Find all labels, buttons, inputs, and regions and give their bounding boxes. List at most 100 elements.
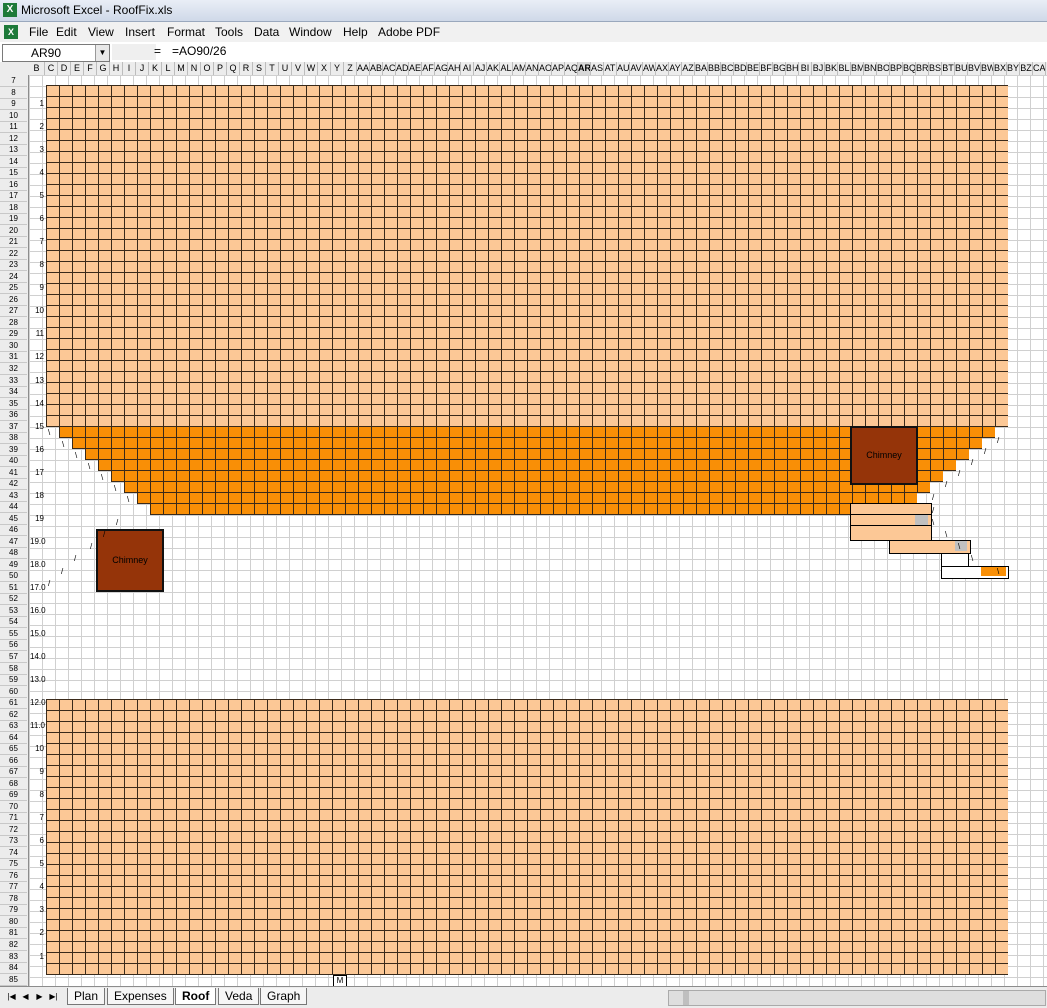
row-header[interactable]: 85 [0, 974, 27, 986]
row-header[interactable]: 59 [0, 674, 27, 687]
column-header[interactable]: F [84, 62, 97, 75]
column-header[interactable]: BL [838, 62, 851, 75]
scroll-thumb[interactable] [683, 991, 689, 1005]
column-header[interactable]: D [58, 62, 71, 75]
row-header[interactable]: 44 [0, 501, 27, 514]
row-header[interactable]: 82 [0, 939, 27, 951]
row-header[interactable]: 65 [0, 743, 27, 756]
column-header[interactable]: AY [669, 62, 682, 75]
row-header[interactable]: 16 [0, 179, 27, 191]
name-box[interactable]: AR90 ▼ [2, 44, 110, 62]
row-header[interactable]: 64 [0, 732, 27, 744]
next-sheet-icon[interactable]: ▶ [34, 991, 45, 1003]
row-header[interactable]: 70 [0, 801, 27, 813]
tab-expenses[interactable]: Expenses [107, 988, 174, 1005]
column-header[interactable]: W [305, 62, 318, 75]
row-header[interactable]: 84 [0, 962, 27, 975]
column-header[interactable]: AL [500, 62, 513, 75]
last-sheet-icon[interactable]: ▶| [48, 991, 59, 1003]
column-header[interactable]: N [188, 62, 201, 75]
column-header[interactable]: B [29, 62, 45, 75]
row-header[interactable]: 83 [0, 951, 27, 963]
row-header[interactable]: 19 [0, 213, 27, 226]
row-header[interactable]: 32 [0, 363, 27, 375]
menu-file[interactable]: File [29, 25, 48, 39]
row-header[interactable]: 27 [0, 305, 27, 318]
column-header[interactable]: T [266, 62, 279, 75]
menu-adobe-pdf[interactable]: Adobe PDF [378, 25, 440, 39]
menu-help[interactable]: Help [343, 25, 368, 39]
row-header[interactable]: 34 [0, 386, 27, 399]
column-header[interactable]: BH [786, 62, 799, 75]
column-header[interactable]: AW [643, 62, 656, 75]
horizontal-scrollbar[interactable] [668, 990, 1046, 1006]
column-header[interactable]: K [149, 62, 162, 75]
column-header[interactable]: R [240, 62, 253, 75]
column-header[interactable]: BT [942, 62, 955, 75]
column-header[interactable]: AZ [682, 62, 695, 75]
tab-graph[interactable]: Graph [260, 988, 308, 1005]
row-header[interactable]: 80 [0, 916, 27, 928]
row-header[interactable]: 69 [0, 789, 27, 802]
column-header[interactable]: AG [435, 62, 448, 75]
row-header[interactable]: 71 [0, 812, 27, 825]
column-header[interactable]: X [318, 62, 331, 75]
column-header[interactable]: AN [526, 62, 539, 75]
row-header[interactable]: 7 [0, 75, 27, 87]
column-header[interactable]: AA [357, 62, 370, 75]
row-header[interactable]: 52 [0, 593, 27, 606]
row-header[interactable]: 25 [0, 282, 27, 295]
column-header[interactable]: BN [864, 62, 877, 75]
row-header[interactable]: 37 [0, 421, 27, 433]
column-header[interactable]: H [110, 62, 123, 75]
row-header[interactable]: 55 [0, 628, 27, 640]
row-header[interactable]: 9 [0, 98, 27, 111]
row-header[interactable]: 41 [0, 467, 27, 479]
column-header[interactable]: BA [695, 62, 708, 75]
column-header[interactable]: AU [617, 62, 630, 75]
row-header[interactable]: 68 [0, 778, 27, 790]
column-header[interactable]: BV [968, 62, 981, 75]
row-header[interactable]: 18 [0, 202, 27, 214]
column-header[interactable]: AP [552, 62, 565, 75]
row-header[interactable]: 66 [0, 755, 27, 767]
workbook-icon[interactable]: X [4, 25, 18, 39]
row-header[interactable]: 49 [0, 559, 27, 571]
column-header[interactable]: BD [734, 62, 747, 75]
column-header[interactable]: AF [422, 62, 435, 75]
column-header[interactable]: CA [1033, 62, 1046, 75]
column-header[interactable]: AC [383, 62, 396, 75]
column-header[interactable]: AJ [474, 62, 487, 75]
column-header[interactable]: AM [513, 62, 526, 75]
row-header[interactable]: 61 [0, 697, 27, 710]
column-header[interactable]: BP [890, 62, 903, 75]
column-header[interactable]: G [97, 62, 110, 75]
column-header[interactable]: AS [591, 62, 604, 75]
row-header[interactable]: 73 [0, 835, 27, 848]
row-header[interactable]: 67 [0, 766, 27, 779]
column-header[interactable]: BK [825, 62, 838, 75]
row-header[interactable]: 13 [0, 144, 27, 157]
row-header[interactable]: 79 [0, 904, 27, 917]
column-header[interactable]: S [253, 62, 266, 75]
row-header[interactable]: 50 [0, 570, 27, 583]
column-header[interactable]: AO [539, 62, 552, 75]
row-header[interactable]: 26 [0, 294, 27, 306]
column-header[interactable]: J [136, 62, 149, 75]
row-header[interactable]: 35 [0, 398, 27, 410]
column-header[interactable]: Y [331, 62, 344, 75]
column-header[interactable]: BS [929, 62, 942, 75]
prev-sheet-icon[interactable]: ◀ [20, 991, 31, 1003]
column-header[interactable]: P [214, 62, 227, 75]
row-header[interactable]: 51 [0, 582, 27, 594]
column-header[interactable]: BI [799, 62, 812, 75]
row-header[interactable]: 12 [0, 133, 27, 145]
row-header[interactable]: 31 [0, 351, 27, 364]
row-header[interactable]: 40 [0, 455, 27, 468]
row-header[interactable]: 76 [0, 870, 27, 882]
column-header[interactable]: AT [604, 62, 617, 75]
column-header[interactable]: E [71, 62, 84, 75]
column-header[interactable]: BC [721, 62, 734, 75]
column-header[interactable]: AH [448, 62, 461, 75]
row-header[interactable]: 43 [0, 490, 27, 502]
